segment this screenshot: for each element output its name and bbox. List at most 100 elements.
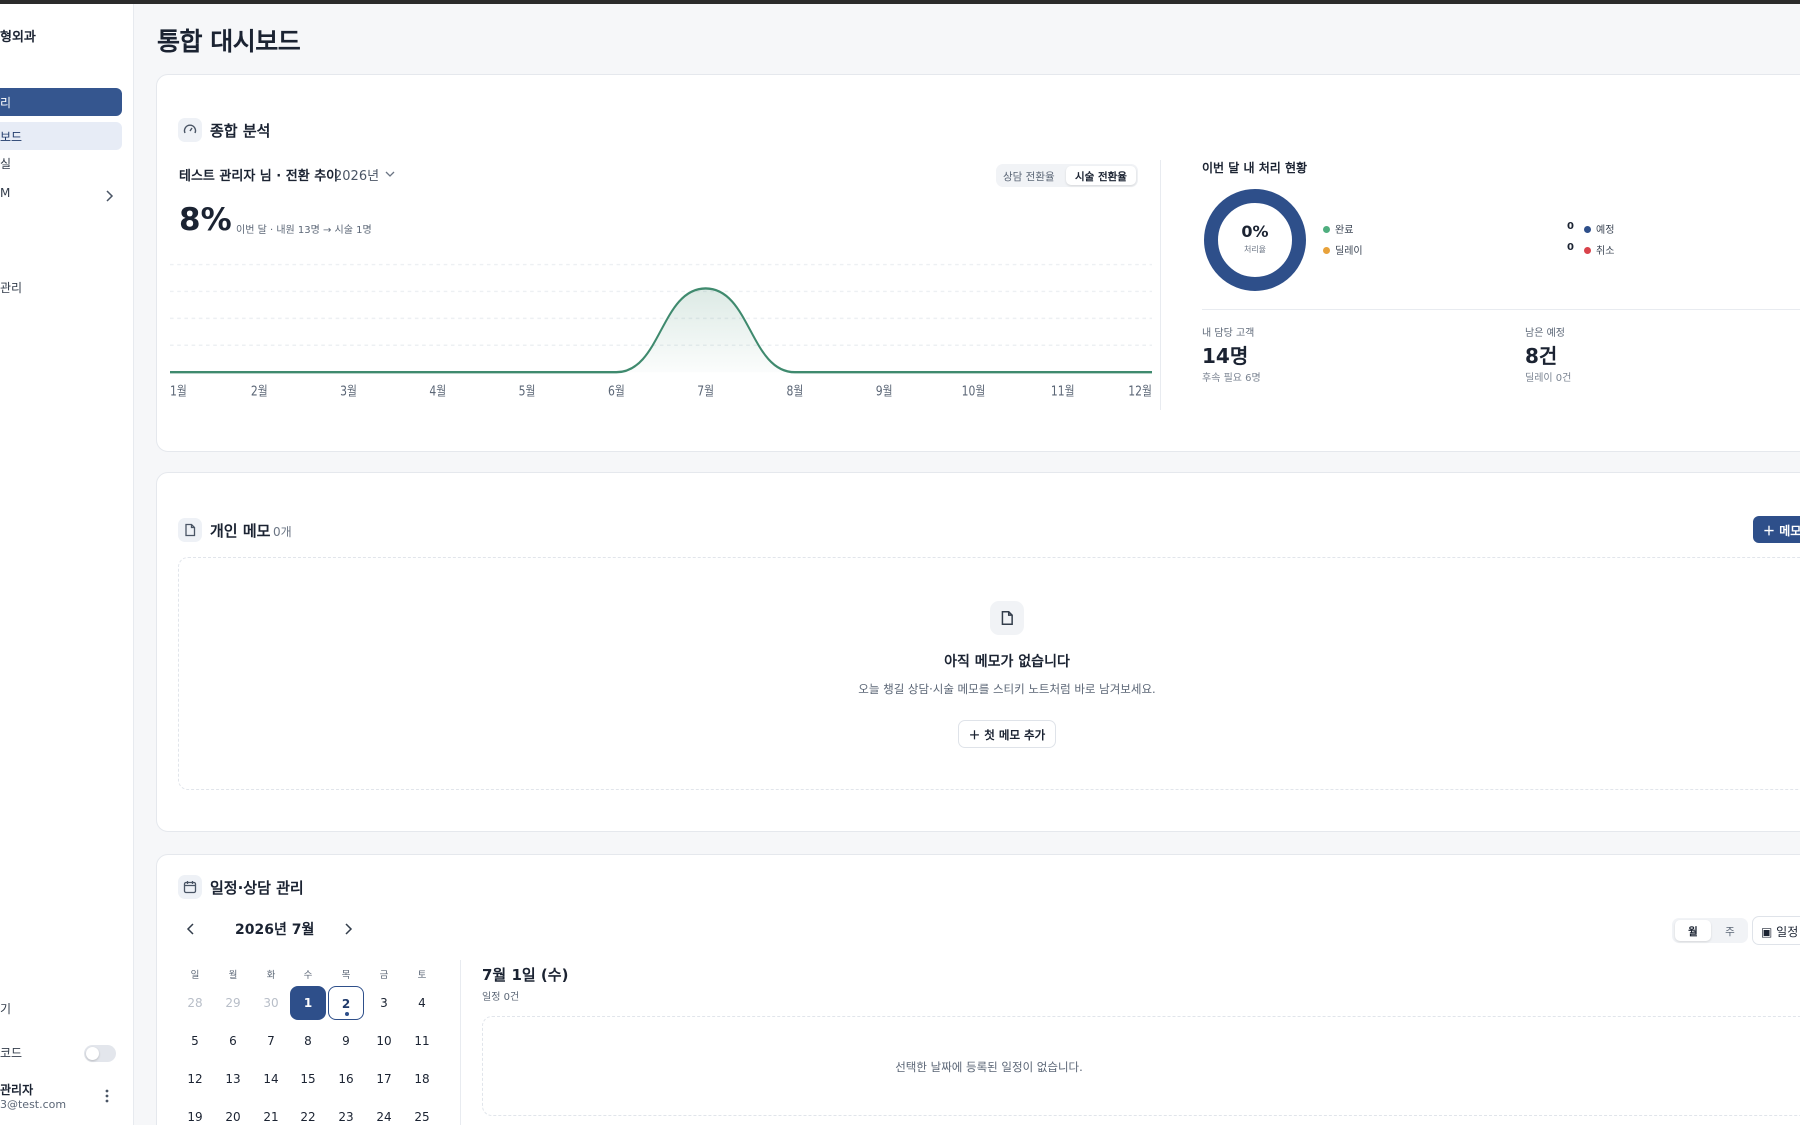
calendar-weekday-label: 토 — [417, 970, 427, 981]
calendar-day[interactable]: 11 — [404, 1024, 440, 1058]
x-tick-label: 6월 — [608, 383, 625, 398]
calendar-day[interactable]: 30 — [253, 986, 289, 1020]
calendar-day[interactable]: 29 — [215, 986, 251, 1020]
sidebar-item-3[interactable]: 관리 — [0, 279, 22, 296]
first-memo-button[interactable]: ＋ 첫 메모 추가 — [958, 720, 1056, 748]
x-tick-label: 7월 — [697, 383, 714, 398]
legend-label: 완료 — [1335, 225, 1354, 236]
conversion-rate: 8% — [179, 202, 232, 238]
dark-mode-label: 코드 — [0, 1046, 23, 1060]
add-schedule-button[interactable]: ▣ 일정 — [1752, 916, 1800, 945]
calendar-day[interactable]: 17 — [366, 1062, 402, 1096]
calendar-day[interactable]: 10 — [366, 1024, 402, 1058]
calendar-day[interactable]: 9 — [328, 1024, 364, 1058]
calendar-day[interactable]: 25 — [404, 1100, 440, 1125]
user-name: 관리자 — [0, 1083, 34, 1097]
legend-dot — [1323, 226, 1330, 233]
calendar-day[interactable]: 20 — [215, 1100, 251, 1125]
calendar-day[interactable]: 6 — [215, 1024, 251, 1058]
calendar-weekday-label: 수 — [303, 970, 313, 981]
calendar-weekday-label: 목 — [341, 970, 351, 981]
calendar-day[interactable]: 12 — [177, 1062, 213, 1096]
plus-icon: ＋ — [1763, 524, 1780, 538]
calendar-weekday-label: 일 — [190, 970, 200, 981]
sidebar: 형외과 리 보드 실 M 관리 기 코드 관리자 3@test.com — [0, 4, 134, 1125]
legend-dot — [1323, 247, 1330, 254]
x-tick-label: 11월 — [1051, 383, 1075, 398]
legend-label: 취소 — [1596, 246, 1615, 257]
x-tick-label: 12월 — [1128, 383, 1152, 398]
legend-dot — [1584, 247, 1591, 254]
calendar-icon — [178, 875, 202, 899]
chevron-right-icon[interactable] — [343, 923, 353, 935]
calendar-weekday-label: 화 — [266, 970, 276, 981]
calendar-day[interactable]: 8 — [290, 1024, 326, 1058]
view-month-button[interactable]: 월 — [1675, 920, 1711, 941]
plus-icon: ＋ — [968, 728, 985, 742]
x-tick-label: 9월 — [876, 383, 893, 398]
my-customers-label: 내 담당 고객 — [1202, 328, 1255, 339]
clinic-name: 형외과 — [0, 30, 36, 45]
legend-value-scheduled: 0 — [1567, 221, 1574, 232]
calendar-day[interactable]: 21 — [253, 1100, 289, 1125]
sidebar-item-bottom[interactable]: 기 — [0, 1000, 11, 1017]
conversion-rate-desc: 이번 달 · 내원 13명 → 시술 1명 — [236, 225, 372, 236]
more-vertical-icon[interactable] — [104, 1088, 110, 1104]
calendar-day[interactable]: 18 — [404, 1062, 440, 1096]
legend-label: 딜레이 — [1335, 246, 1363, 257]
view-week-button[interactable]: 주 — [1714, 924, 1746, 939]
user-email: 3@test.com — [0, 1098, 67, 1111]
calendar-day[interactable]: 5 — [177, 1024, 213, 1058]
memo-empty-state — [178, 557, 1800, 790]
calendar-day[interactable]: 13 — [215, 1062, 251, 1096]
add-memo-button[interactable]: ＋ 메모 — [1753, 516, 1800, 543]
schedule-divider — [460, 960, 461, 1125]
sidebar-item-active[interactable]: 리 — [0, 88, 122, 116]
calendar-day[interactable]: 3 — [366, 986, 402, 1020]
legend-cancel: 취소 — [1584, 242, 1614, 257]
donut-label: 처리율 — [1243, 245, 1267, 254]
year-select[interactable]: 2026년 — [334, 165, 379, 184]
x-tick-label: 3월 — [340, 383, 357, 398]
sidebar-item-1[interactable]: 실 — [0, 155, 11, 172]
legend-dot — [1584, 226, 1591, 233]
conversion-trend-chart: 1월 2월 3월 4월 5월 6월 7월 8월 9월 10월 11월 12월 — [170, 263, 1152, 399]
window-top-bar — [0, 0, 1800, 4]
calendar-day[interactable]: 2 — [328, 986, 364, 1020]
my-customers-sub: 후속 필요 6명 — [1202, 373, 1261, 384]
calendar-day[interactable]: 14 — [253, 1062, 289, 1096]
tab-consult-conversion[interactable]: 상담 전환율 — [1003, 169, 1055, 184]
sidebar-item-2[interactable]: M — [0, 186, 10, 200]
calendar-day[interactable]: 15 — [290, 1062, 326, 1096]
calendar-weekday-label: 월 — [228, 970, 238, 981]
analysis-section-title: 종합 분석 — [210, 122, 271, 140]
calendar-day[interactable]: 19 — [177, 1100, 213, 1125]
calendar-weekday-label: 금 — [379, 970, 389, 981]
dark-mode-toggle[interactable] — [84, 1045, 116, 1062]
chevron-right-icon[interactable] — [104, 190, 114, 202]
chevron-down-icon[interactable] — [385, 170, 395, 178]
add-memo-label: 메모 — [1779, 524, 1800, 538]
calendar-day[interactable]: 7 — [253, 1024, 289, 1058]
x-tick-label: 1월 — [170, 383, 187, 398]
calendar-day[interactable]: 23 — [328, 1100, 364, 1125]
calendar-day[interactable]: 28 — [177, 986, 213, 1020]
calendar-day[interactable]: 4 — [404, 986, 440, 1020]
my-customers-value: 14명 — [1202, 344, 1249, 368]
x-tick-label: 2월 — [251, 383, 268, 398]
add-schedule-label: 일정 — [1776, 925, 1799, 939]
status-divider — [1202, 309, 1800, 310]
schedule-empty-text: 선택한 날짜에 등록된 일정이 없습니다. — [895, 1060, 1083, 1074]
x-tick-label: 8월 — [786, 383, 803, 398]
trend-title: 테스트 관리자 님 · 전환 추이 — [179, 169, 339, 184]
selected-date: 7월 1일 (수) — [482, 966, 569, 984]
selected-date-count: 일정 0건 — [482, 992, 520, 1003]
calendar-day[interactable]: 24 — [366, 1100, 402, 1125]
calendar-day[interactable]: 16 — [328, 1062, 364, 1096]
calendar-day[interactable]: 22 — [290, 1100, 326, 1125]
calendar-day[interactable]: 1 — [290, 986, 326, 1020]
tab-treatment-conversion[interactable]: 시술 전환율 — [1066, 166, 1136, 185]
sidebar-subitem-dashboard[interactable]: 보드 — [0, 122, 122, 150]
remaining-sub: 딜레이 0건 — [1525, 373, 1572, 384]
chevron-left-icon[interactable] — [186, 923, 196, 935]
